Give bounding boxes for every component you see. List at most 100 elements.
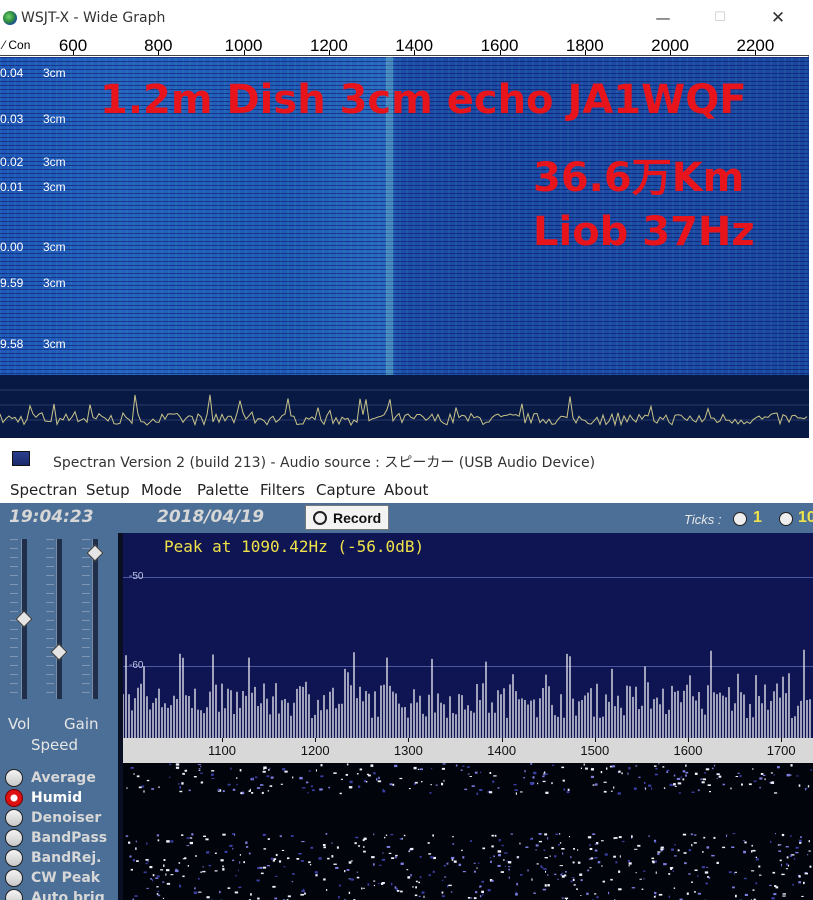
option-denoiser[interactable]: Denoiser	[5, 809, 101, 827]
waterfall-speck	[688, 873, 691, 875]
overlay-distance: 36.6万Km	[533, 155, 745, 201]
option-average[interactable]: Average	[5, 769, 96, 787]
waterfall-speck	[143, 871, 147, 874]
waterfall-speck	[455, 764, 458, 767]
waterfall-speck	[542, 775, 545, 778]
wsjt-freq-tick	[584, 50, 586, 55]
menu-filters[interactable]: Filters	[260, 481, 305, 499]
menu-about[interactable]: About	[384, 481, 428, 499]
spectran-titlebar[interactable]: Spectran Version 2 (build 213) - Audio s…	[0, 440, 813, 476]
waterfall-speck	[145, 859, 149, 861]
ticks-radio-1[interactable]	[733, 512, 747, 526]
option-cw-peak[interactable]: CW Peak	[5, 869, 100, 887]
waterfall-speck	[408, 788, 411, 790]
waterfall-speck	[559, 865, 563, 867]
ticks-radio-10[interactable]	[779, 512, 793, 526]
waterfall-speck	[452, 836, 454, 838]
option-radio[interactable]	[5, 789, 23, 807]
waterfall-speck	[442, 879, 444, 882]
waterfall-speck	[414, 781, 418, 784]
waterfall-speck	[378, 776, 380, 779]
spectrum-panel[interactable]: -50 -60 Peak at 1090.42Hz (-56.0dB)	[123, 533, 813, 738]
maximize-icon[interactable]: ☐	[705, 6, 735, 30]
gain-slider-track[interactable]	[56, 539, 62, 699]
waterfall-speck	[385, 834, 388, 836]
waterfall-speck	[770, 781, 775, 784]
waterfall-speck	[349, 780, 353, 784]
waterfall-speck	[338, 896, 340, 899]
waterfall-speck	[188, 789, 191, 792]
waterfall-speck	[356, 871, 358, 873]
waterfall-speck	[194, 887, 196, 890]
waterfall-speck	[132, 859, 135, 862]
waterfall-speck	[618, 836, 622, 839]
option-radio[interactable]	[5, 809, 23, 827]
waterfall-speck	[704, 871, 709, 874]
minimize-icon[interactable]: —	[648, 6, 678, 30]
option-bandrej[interactable]: BandRej.	[5, 849, 102, 867]
waterfall-speck	[586, 892, 589, 895]
waterfall-speck	[637, 844, 641, 847]
waterfall-speck	[198, 891, 202, 893]
waterfall-speck	[535, 844, 539, 847]
waterfall-speck	[156, 886, 159, 888]
waterfall-speck	[549, 855, 551, 857]
waterfall-speck	[323, 846, 326, 849]
option-bandpass[interactable]: BandPass	[5, 829, 107, 847]
waterfall-speck	[354, 842, 357, 845]
spectran-waterfall[interactable]	[123, 763, 813, 900]
option-radio[interactable]	[5, 829, 23, 847]
menu-palette[interactable]: Palette	[197, 481, 249, 499]
option-auto-brig[interactable]: Auto brig	[5, 889, 105, 900]
close-icon[interactable]: ✕	[763, 6, 793, 30]
waterfall-speck	[195, 855, 197, 857]
waterfall-speck	[296, 858, 300, 860]
waterfall-time-label: 9.59	[0, 276, 24, 290]
speed-slider-track[interactable]	[92, 539, 98, 699]
waterfall-speck	[262, 770, 266, 773]
option-radio[interactable]	[5, 889, 23, 900]
waterfall-speck	[514, 789, 518, 791]
waterfall-speck	[713, 836, 716, 839]
waterfall-speck	[340, 778, 343, 780]
waterfall-speck	[269, 767, 271, 769]
spectran-window-title: Spectran Version 2 (build 213) - Audio s…	[53, 455, 596, 471]
vol-label: Vol	[8, 715, 31, 733]
waterfall-speck	[755, 882, 758, 885]
waterfall-speck	[302, 888, 305, 891]
spectran-window: Spectran Version 2 (build 213) - Audio s…	[0, 440, 813, 900]
waterfall-speck	[751, 870, 755, 872]
waterfall-speck	[458, 863, 462, 866]
waterfall-speck	[186, 845, 190, 847]
waterfall-speck	[189, 841, 193, 845]
wsjt-titlebar[interactable]: WSJT-X - Wide Graph — ☐ ✕	[0, 0, 809, 36]
waterfall-speck	[686, 892, 689, 895]
waterfall-speck	[572, 861, 575, 864]
spectran-freq-tick-label: 1200	[300, 743, 330, 758]
menu-capture[interactable]: Capture	[316, 481, 376, 499]
waterfall-speck	[704, 772, 706, 774]
waterfall-speck	[157, 894, 161, 897]
waterfall-speck	[697, 892, 701, 895]
waterfall-speck	[781, 833, 785, 837]
menu-spectran[interactable]: Spectran	[10, 481, 77, 499]
menu-mode[interactable]: Mode	[141, 481, 182, 499]
vol-slider-thumb[interactable]	[15, 610, 33, 628]
record-button[interactable]: Record	[305, 505, 389, 530]
waterfall-band-label: 3cm	[43, 112, 66, 126]
waterfall-speck	[628, 864, 630, 867]
option-humid[interactable]: Humid	[5, 789, 82, 807]
option-radio[interactable]	[5, 769, 23, 787]
waterfall-speck	[655, 767, 658, 770]
wsjt-waterfall[interactable]: 0.04 3cm 0.03 3cm 0.02 3cm 0.01 3cm 0.00 3cm 9.59 3…	[0, 57, 809, 375]
menu-setup[interactable]: Setup	[86, 481, 130, 499]
waterfall-speck	[657, 853, 660, 855]
waterfall-speck	[658, 893, 663, 896]
waterfall-speck	[336, 846, 339, 849]
option-label: Average	[31, 770, 96, 786]
option-radio[interactable]	[5, 869, 23, 887]
waterfall-speck	[618, 870, 621, 873]
waterfall-speck	[292, 776, 294, 779]
waterfall-speck	[481, 890, 484, 893]
option-radio[interactable]	[5, 849, 23, 867]
